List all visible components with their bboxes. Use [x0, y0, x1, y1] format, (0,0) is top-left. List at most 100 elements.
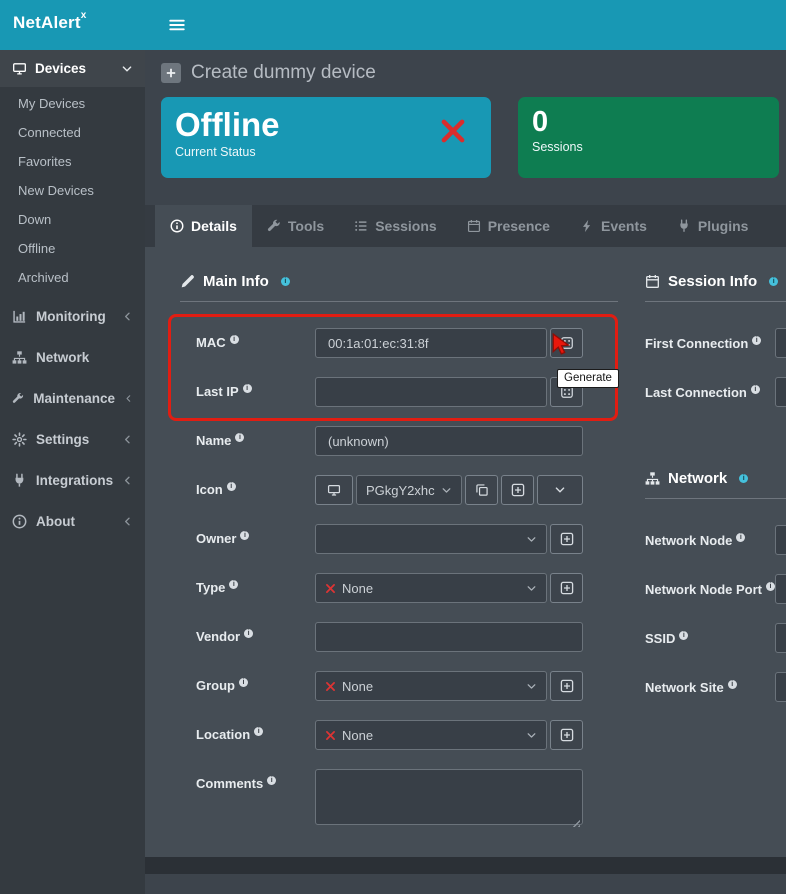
comments-textarea[interactable]: [315, 769, 583, 825]
network-node-port-label: Network Node Port: [645, 574, 775, 600]
sidebar-item-archived[interactable]: Archived: [0, 263, 145, 292]
network-node-input[interactable]: [775, 525, 786, 555]
current-status-card: Offline Current Status: [161, 97, 491, 178]
sidebar-item-connected[interactable]: Connected: [0, 118, 145, 147]
chevron-left-icon: [124, 393, 133, 404]
field-row-vendor: Vendor: [180, 622, 618, 652]
sidebar-item-maintenance[interactable]: Maintenance: [0, 378, 145, 419]
red-x-icon: [325, 730, 336, 741]
chevron-down-icon: [526, 583, 537, 594]
info-icon: [679, 631, 688, 640]
plus-square-icon: [560, 532, 574, 546]
sidebar-item-settings[interactable]: Settings: [0, 419, 145, 460]
generate-ip-button[interactable]: [550, 377, 583, 407]
sidebar-item-my-devices[interactable]: My Devices: [0, 89, 145, 118]
info-icon: [239, 678, 248, 687]
sidebar-item-network[interactable]: Network: [0, 337, 145, 378]
tab-tools[interactable]: Tools: [252, 205, 339, 247]
sidebar-item-favorites[interactable]: Favorites: [0, 147, 145, 176]
sidebar-item-label: Monitoring: [36, 309, 106, 324]
red-x-icon: [325, 681, 336, 692]
network-node-port-input[interactable]: [775, 574, 786, 604]
field-row-location: Location None: [180, 720, 618, 750]
field-row-type: Type None: [180, 573, 618, 603]
info-icon: [766, 582, 775, 591]
info-icon: [170, 219, 184, 233]
network-node-label: Network Node: [645, 525, 775, 551]
vendor-label: Vendor: [196, 622, 315, 644]
sidebar-item-monitoring[interactable]: Monitoring: [0, 296, 145, 337]
calendar-icon: [467, 219, 481, 233]
chevron-down-icon: [526, 681, 537, 692]
wrench-icon: [12, 391, 24, 406]
dice-icon: [560, 336, 574, 350]
sidebar-item-label: Network: [36, 350, 89, 365]
ssid-label: SSID: [645, 623, 775, 649]
sitemap-icon: [12, 350, 27, 365]
sidebar-item-label: Devices: [35, 61, 86, 76]
section-main-info: Main Info: [180, 271, 618, 291]
field-row-comments: Comments: [180, 769, 618, 830]
sidebar-item-new-devices[interactable]: New Devices: [0, 176, 145, 205]
info-icon: [769, 277, 778, 286]
add-type-button[interactable]: [550, 573, 583, 603]
chevron-down-icon: [526, 730, 537, 741]
tab-presence[interactable]: Presence: [452, 205, 565, 247]
info-icon: [254, 727, 263, 736]
generate-mac-button[interactable]: [550, 328, 583, 358]
add-group-button[interactable]: [550, 671, 583, 701]
ssid-input[interactable]: [775, 623, 786, 653]
list-icon: [354, 219, 368, 233]
tab-label: Events: [601, 218, 647, 234]
name-input[interactable]: [315, 426, 583, 456]
netalertx-app: NetAlertx Devices My Devices Connected F…: [0, 0, 786, 894]
chevron-left-icon: [122, 434, 133, 445]
sidebar-item-down[interactable]: Down: [0, 205, 145, 234]
dice-icon: [560, 385, 574, 399]
location-select[interactable]: None: [315, 720, 547, 750]
tab-label: Plugins: [698, 218, 749, 234]
brand-logo[interactable]: NetAlertx: [0, 0, 145, 50]
sidebar-item-devices[interactable]: Devices: [0, 50, 145, 87]
plus-square-icon: [560, 679, 574, 693]
tab-details[interactable]: Details: [155, 205, 252, 247]
divider: [645, 301, 786, 302]
info-icon: [751, 385, 760, 394]
add-owner-button[interactable]: [550, 524, 583, 554]
bolt-icon: [580, 219, 594, 233]
section-network: Network: [645, 468, 786, 488]
tab-plugins[interactable]: Plugins: [662, 205, 764, 247]
sidebar-item-about[interactable]: About: [0, 501, 145, 542]
tab-events[interactable]: Events: [565, 205, 662, 247]
chevron-down-icon: [121, 63, 133, 75]
copy-icon-button[interactable]: [465, 475, 498, 505]
section-title: Session Info: [668, 273, 757, 290]
type-select[interactable]: None: [315, 573, 547, 603]
last-ip-input[interactable]: [315, 377, 547, 407]
network-site-input[interactable]: [775, 672, 786, 702]
owner-select[interactable]: [315, 524, 547, 554]
last-ip-label: Last IP: [196, 377, 315, 399]
plug-icon: [677, 219, 691, 233]
info-icon: [281, 277, 290, 286]
add-location-button[interactable]: [550, 720, 583, 750]
first-connection-input[interactable]: [775, 328, 786, 358]
hamburger-menu-icon[interactable]: [168, 16, 186, 34]
mac-input[interactable]: [315, 328, 547, 358]
add-icon-button[interactable]: [501, 475, 534, 505]
icon-dropdown-button[interactable]: [537, 475, 583, 505]
last-connection-label: Last Connection: [645, 377, 775, 403]
vendor-input[interactable]: [315, 622, 583, 652]
sidebar-item-integrations[interactable]: Integrations: [0, 460, 145, 501]
section-title: Main Info: [203, 273, 269, 290]
sidebar-item-offline[interactable]: Offline: [0, 234, 145, 263]
gear-icon: [12, 432, 27, 447]
icon-select[interactable]: PGkgY2xhc3M: [356, 475, 462, 505]
devices-submenu: My Devices Connected Favorites New Devic…: [0, 87, 145, 296]
mac-label: MAC: [196, 328, 315, 350]
icon-preview-button[interactable]: [315, 475, 353, 505]
tab-sessions[interactable]: Sessions: [339, 205, 451, 247]
last-connection-input[interactable]: [775, 377, 786, 407]
group-select[interactable]: None: [315, 671, 547, 701]
field-row-owner: Owner: [180, 524, 618, 554]
